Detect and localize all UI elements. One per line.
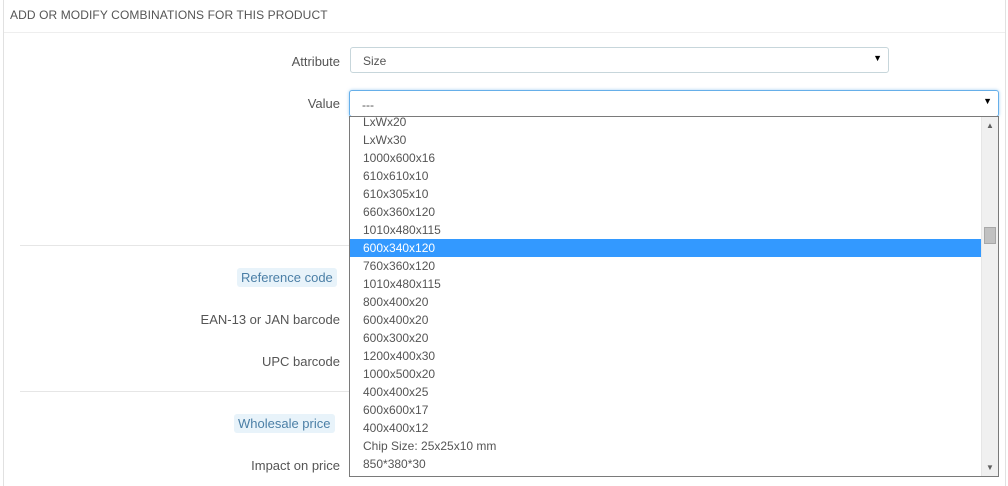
dropdown-option[interactable]: 600x300x20	[350, 329, 982, 347]
scroll-down-arrow-icon[interactable]: ▼	[982, 459, 998, 476]
impact-on-price-label: Impact on price	[251, 458, 340, 473]
value-label: Value	[307, 96, 340, 111]
caret-down-icon: ▼	[873, 53, 882, 63]
attribute-label: Attribute	[291, 54, 340, 69]
dropdown-option[interactable]: 610x305x10	[350, 185, 982, 203]
value-select-value: ---	[362, 98, 374, 112]
dropdown-option[interactable]: 400x400x25	[350, 383, 982, 401]
dropdown-option[interactable]: 800x400x20	[350, 293, 982, 311]
dropdown-option[interactable]: Chip Size: 25x25x10 mm	[350, 437, 982, 455]
section-divider	[20, 245, 349, 246]
wholesale-price-label: Wholesale price	[234, 414, 335, 433]
dropdown-option[interactable]: 1000x600x16	[350, 149, 982, 167]
dropdown-option[interactable]: LxWx20	[350, 117, 982, 131]
dropdown-option[interactable]: 1200x400x30	[350, 347, 982, 365]
dropdown-option[interactable]: 760x360x120	[350, 257, 982, 275]
reference-code-label: Reference code	[237, 268, 337, 287]
dropdown-option[interactable]: 1010x480x115	[350, 221, 982, 239]
dropdown-option[interactable]: 610x610x10	[350, 167, 982, 185]
dropdown-option[interactable]: LxWx30	[350, 131, 982, 149]
dropdown-option[interactable]: 850*380*30	[350, 455, 982, 473]
dropdown-option[interactable]: 1010x480x115	[350, 275, 982, 293]
attribute-select-value: Size	[363, 54, 387, 68]
dropdown-option[interactable]: 660x360x120	[350, 203, 982, 221]
ean-barcode-label: EAN-13 or JAN barcode	[200, 312, 340, 327]
panel-title: ADD OR MODIFY COMBINATIONS FOR THIS PROD…	[10, 8, 328, 22]
upc-barcode-label: UPC barcode	[261, 354, 340, 369]
dropdown-option[interactable]: 600x600x17	[350, 401, 982, 419]
dropdown-scrollbar[interactable]: ▲ ▼	[981, 117, 998, 476]
scroll-up-arrow-icon[interactable]: ▲	[982, 117, 998, 134]
scrollbar-thumb[interactable]	[984, 227, 996, 244]
dropdown-option[interactable]: 1000x500x20	[350, 365, 982, 383]
dropdown-option[interactable]: 600x400x20	[350, 311, 982, 329]
dropdown-option[interactable]: 200x200x15	[350, 473, 982, 476]
dropdown-option[interactable]: 600x340x120	[350, 239, 982, 257]
panel-heading: ADD OR MODIFY COMBINATIONS FOR THIS PROD…	[4, 0, 1005, 33]
value-select[interactable]: --- ▼	[349, 90, 999, 117]
attribute-select[interactable]: Size ▼	[350, 47, 889, 73]
dropdown-option[interactable]: 400x400x12	[350, 419, 982, 437]
section-divider	[20, 391, 349, 392]
caret-down-icon: ▼	[983, 96, 992, 106]
option-list: LxWx20 LxWx30 1000x600x16 610x610x10 610x305…	[350, 117, 982, 476]
value-dropdown-list[interactable]: LxWx20 LxWx30 1000x600x16 610x610x10 610x305…	[349, 116, 999, 477]
